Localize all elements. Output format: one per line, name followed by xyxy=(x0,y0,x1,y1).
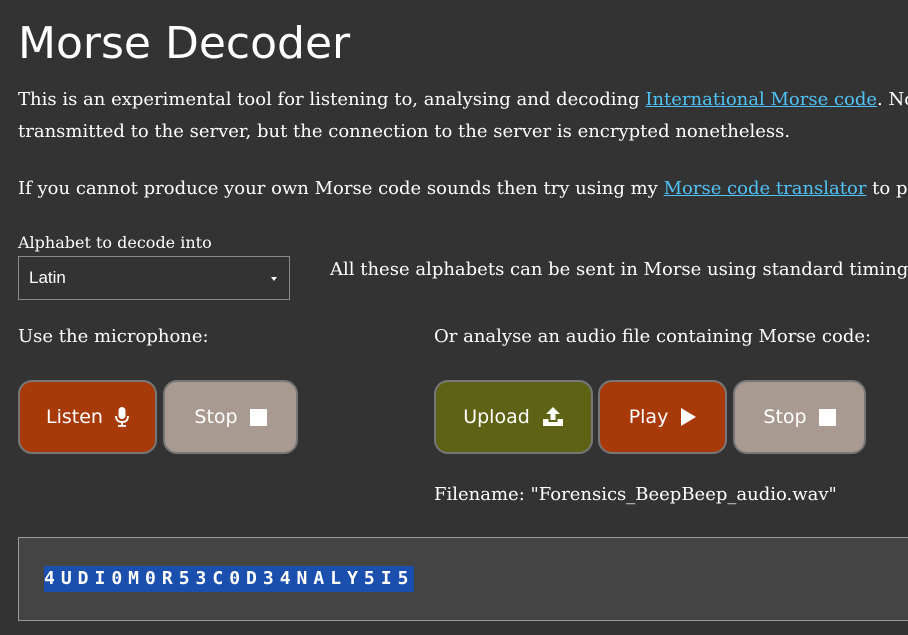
play-button[interactable]: Play xyxy=(598,380,727,454)
microphone-label: Use the microphone: xyxy=(18,326,209,347)
mic-stop-button-label: Stop xyxy=(194,406,238,428)
chevron-down-icon xyxy=(271,277,277,281)
file-stop-button-label: Stop xyxy=(763,406,807,428)
file-stop-button[interactable]: Stop xyxy=(733,380,866,454)
intro-text-suffix: . No information about the sounds or dec… xyxy=(877,89,908,110)
audio-file-label: Or analyse an audio file containing Mors… xyxy=(434,326,872,347)
intro-paragraph-line2: transmitted to the server, but the conne… xyxy=(18,121,791,142)
play-icon xyxy=(681,408,697,426)
listen-button-label: Listen xyxy=(46,406,103,428)
stop-square-icon xyxy=(249,408,267,426)
listen-button[interactable]: Listen xyxy=(18,380,157,454)
alphabet-label: Alphabet to decode into xyxy=(18,233,212,252)
microphone-icon xyxy=(115,407,129,427)
upload-icon xyxy=(542,407,563,426)
morse-decoder-page: Morse Decoder This is an experimental to… xyxy=(0,0,908,635)
page-title: Morse Decoder xyxy=(18,18,351,69)
stop-square-icon xyxy=(818,408,836,426)
play-button-label: Play xyxy=(628,406,669,428)
upload-button-label: Upload xyxy=(463,406,530,428)
intro-paragraph-line1: This is an experimental tool for listeni… xyxy=(18,84,908,116)
morse-code-translator-link[interactable]: Morse code translator xyxy=(664,178,867,199)
alphabet-note: All these alphabets can be sent in Morse… xyxy=(330,259,908,280)
upload-button[interactable]: Upload xyxy=(434,380,593,454)
intro-text-prefix: This is an experimental tool for listeni… xyxy=(18,89,646,110)
decoded-output-text: 4UDI0M0R53C0D34NALY5I5 xyxy=(44,566,415,592)
filename-text: Filename: "Forensics_BeepBeep_audio.wav" xyxy=(434,484,837,505)
alphabet-select[interactable]: Latin xyxy=(18,256,290,300)
alphabet-selected-value: Latin xyxy=(29,268,66,287)
translator-note: If you cannot produce your own Morse cod… xyxy=(18,173,908,205)
international-morse-code-link[interactable]: International Morse code xyxy=(645,89,877,110)
translator-note-suffix: to play code from your computer. xyxy=(872,178,908,199)
mic-stop-button[interactable]: Stop xyxy=(163,380,298,454)
decoded-output-box[interactable]: 4UDI0M0R53C0D34NALY5I5 xyxy=(18,537,908,621)
translator-note-prefix: If you cannot produce your own Morse cod… xyxy=(18,178,664,199)
